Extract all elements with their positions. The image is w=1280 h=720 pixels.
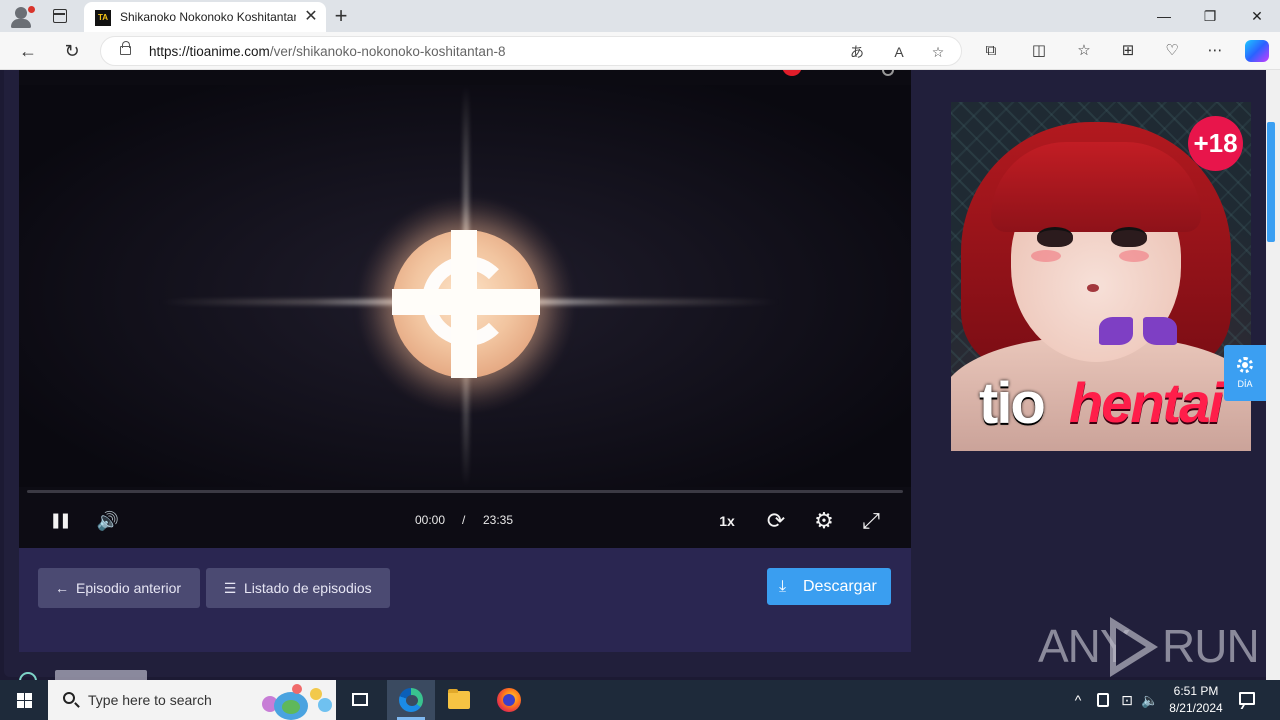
browser-essentials-icon[interactable]: ♡ — [1161, 41, 1183, 61]
time-separator: / — [462, 513, 466, 527]
taskbar-clock[interactable]: 6:51 PM 8/21/2024 — [1160, 683, 1232, 717]
network-icon[interactable]: ⊡ — [1118, 690, 1136, 710]
task-view-icon[interactable] — [336, 680, 384, 720]
glowing-orb — [392, 230, 540, 378]
favorite-star-icon[interactable]: ☆ — [928, 42, 948, 62]
download-button[interactable]: ⤓ Descargar — [767, 568, 891, 605]
ad-logo-tio: tio — [979, 371, 1046, 436]
read-aloud-icon[interactable]: A — [889, 42, 909, 62]
clock-date: 8/21/2024 — [1169, 701, 1223, 715]
restore-button[interactable]: ❐ — [1187, 0, 1233, 32]
pin-icon[interactable] — [882, 70, 894, 76]
site-favicon-icon: TA — [95, 10, 111, 26]
sun-icon — [1237, 357, 1253, 373]
minimize-button[interactable]: — — [1141, 0, 1187, 32]
watermark-run: RUN — [1162, 620, 1260, 672]
translate-icon[interactable]: あ — [847, 42, 867, 62]
tray-overflow-chevron-icon[interactable]: ^ — [1070, 690, 1086, 710]
search-highlight-icon — [262, 684, 332, 720]
playback-speed-button[interactable]: 1x — [712, 506, 742, 536]
page-scrollbar[interactable] — [1266, 70, 1280, 680]
age-badge: +18 — [1188, 116, 1243, 171]
video-frame[interactable] — [19, 85, 911, 487]
scrollbar-thumb[interactable] — [1267, 122, 1275, 242]
record-icon — [782, 70, 802, 76]
new-tab-button[interactable]: + — [330, 4, 352, 28]
download-label: Descargar — [803, 578, 877, 595]
pause-button[interactable]: ❚❚ — [47, 506, 71, 536]
firefox-icon[interactable] — [484, 680, 532, 720]
lock-icon[interactable] — [120, 41, 131, 55]
extensions-icon[interactable]: ⧉ — [980, 41, 1002, 61]
search-placeholder: Type here to search — [88, 692, 212, 708]
settings-gear-icon[interactable]: ⚙ — [809, 506, 839, 536]
player-top-strip — [19, 70, 911, 85]
split-screen-icon[interactable]: ◫ — [1028, 41, 1050, 61]
episode-nav-panel: ← Episodio anterior ☰ Listado de episodios… — [19, 548, 911, 652]
volume-tray-icon[interactable]: 🔈 — [1140, 690, 1160, 710]
notifications-icon[interactable] — [1236, 690, 1258, 710]
duration-time: 23:35 — [483, 513, 514, 527]
browser-tab-active[interactable]: TA Shikanoko Nokonoko Koshitantan ✕ — [84, 2, 326, 32]
tab-close-icon[interactable]: ✕ — [302, 7, 320, 27]
download-icon: ⤓ — [779, 578, 787, 595]
list-icon: ☰ — [223, 580, 237, 596]
file-explorer-icon[interactable] — [435, 680, 483, 720]
web-page: ❚❚ 🔊 00:00 / 23:35 1x ⟳ ⚙ ⤢ ← Episodio an… — [0, 70, 1280, 680]
clock-time: 6:51 PM — [1173, 684, 1219, 698]
profile-avatar-icon[interactable] — [8, 4, 35, 28]
fullscreen-button[interactable]: ⤢ — [856, 506, 886, 536]
meet-now-icon[interactable] — [1094, 690, 1112, 710]
edge-taskbar-icon[interactable] — [387, 680, 435, 720]
comments-section-peek — [19, 670, 219, 680]
search-icon — [63, 692, 75, 704]
windows-taskbar: Type here to search ^ ⊡ 🔈 6:51 PM 8/21/2… — [0, 680, 1280, 720]
copilot-icon[interactable] — [1245, 40, 1269, 62]
comments-icon — [19, 672, 37, 680]
ad-logo-hentai: hentai — [1069, 371, 1224, 434]
address-toolbar: ← ↻ https://tioanime.com/ver/shikanoko-n… — [0, 32, 1280, 70]
more-menu-icon[interactable]: ⋯ — [1204, 41, 1226, 61]
start-button[interactable] — [0, 680, 48, 720]
collections-icon[interactable]: ⊞ — [1117, 41, 1139, 61]
episode-list-label: Listado de episodios — [244, 580, 372, 596]
close-window-button[interactable]: ✕ — [1234, 0, 1280, 32]
advertisement-banner[interactable]: +18 tio hentai — [951, 102, 1251, 451]
volume-button[interactable]: 🔊 — [93, 506, 123, 536]
arrow-left-icon: ← — [55, 580, 69, 596]
day-mode-label: DÍA — [1237, 379, 1253, 389]
url-text[interactable]: https://tioanime.com/ver/shikanoko-nokon… — [149, 44, 505, 59]
previous-episode-label: Episodio anterior — [76, 580, 182, 596]
browser-tab-bar: TA Shikanoko Nokonoko Koshitantan ✕ + — … — [0, 0, 1280, 32]
previous-episode-button[interactable]: ← Episodio anterior — [38, 568, 200, 608]
watermark-play-icon — [1110, 617, 1158, 677]
progress-bar[interactable] — [27, 490, 903, 493]
comments-heading-peek — [55, 670, 147, 680]
day-mode-toggle[interactable]: DÍA — [1224, 345, 1266, 401]
ad-artwork — [1037, 227, 1073, 247]
favorites-icon[interactable]: ☆ — [1073, 41, 1095, 61]
episode-list-button[interactable]: ☰ Listado de episodios — [206, 568, 390, 608]
refresh-button[interactable]: ↻ — [58, 38, 86, 64]
taskbar-search-box[interactable]: Type here to search — [48, 680, 336, 720]
back-button[interactable]: ← — [14, 38, 42, 64]
current-time: 00:00 — [415, 513, 446, 527]
address-bar[interactable]: https://tioanime.com/ver/shikanoko-nokon… — [100, 36, 962, 66]
loop-button[interactable]: ⟳ — [761, 506, 791, 536]
tab-title: Shikanoko Nokonoko Koshitantan — [120, 10, 296, 24]
video-player[interactable]: ❚❚ 🔊 00:00 / 23:35 1x ⟳ ⚙ ⤢ — [19, 70, 911, 548]
tab-actions-icon[interactable] — [48, 6, 72, 26]
